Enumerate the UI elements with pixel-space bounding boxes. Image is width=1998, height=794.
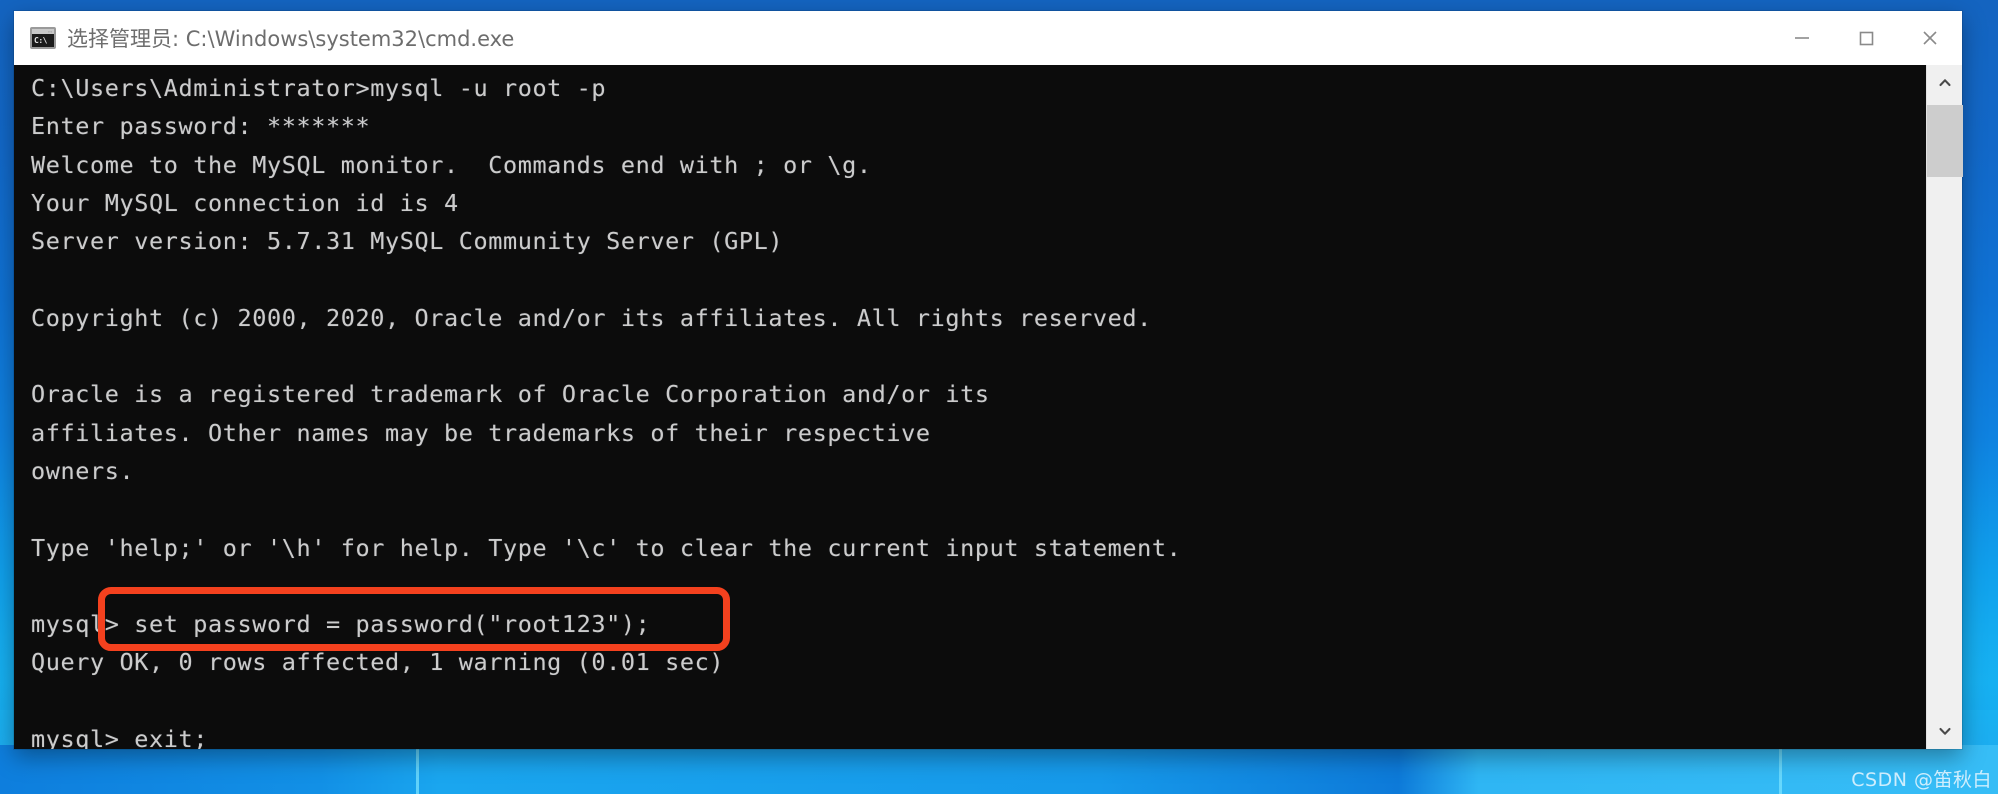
window-title: 选择管理员: C:\Windows\system32\cmd.exe (67, 27, 515, 51)
scroll-down-button[interactable] (1927, 713, 1963, 749)
chevron-up-icon (1939, 79, 1951, 87)
minimize-icon (1795, 37, 1809, 39)
close-button[interactable] (1898, 11, 1962, 65)
terminal-line: mysql> set password = password("root123"… (31, 610, 651, 639)
close-icon (1923, 31, 1937, 45)
scrollbar-track[interactable] (1927, 101, 1963, 713)
terminal-line: Enter password: ******* (31, 112, 371, 141)
terminal-line: Oracle is a registered trademark of Orac… (31, 380, 990, 409)
wallpaper-streak-2 (1779, 745, 1782, 794)
terminal-output-area[interactable]: C:\Users\Administrator>mysql -u root -p E… (14, 65, 1962, 749)
wallpaper-streak-1 (416, 745, 419, 794)
cmd-icon-titlebar: ▫▫ (32, 29, 54, 34)
title-bar[interactable]: ▫▫ C:\ 选择管理员: C:\Windows\system32\cmd.ex… (14, 11, 1962, 65)
terminal-line: Your MySQL connection id is 4 (31, 188, 459, 217)
chevron-down-icon (1939, 727, 1951, 735)
wallpaper-band-lower (0, 745, 1998, 794)
cmd-icon-prompt: C:\ (34, 36, 47, 45)
cmd-icon: ▫▫ C:\ (30, 27, 56, 49)
terminal-line: Welcome to the MySQL monitor. Commands e… (31, 150, 872, 179)
terminal-line: Copyright (c) 2000, 2020, Oracle and/or … (31, 303, 1152, 332)
cmd-icon-dots: ▫▫ (48, 29, 53, 34)
title-bar-left: ▫▫ C:\ 选择管理员: C:\Windows\system32\cmd.ex… (14, 23, 1770, 53)
terminal-line: Server version: 5.7.31 MySQL Community S… (31, 227, 784, 256)
maximize-button[interactable] (1834, 11, 1898, 65)
window-controls (1770, 11, 1962, 65)
terminal-line: mysql> exit; (31, 725, 208, 749)
terminal-line: Type 'help;' or '\h' for help. Type '\c'… (31, 533, 1182, 562)
maximize-icon (1859, 31, 1874, 46)
scroll-up-button[interactable] (1927, 65, 1963, 101)
terminal-line: owners. (31, 456, 135, 485)
terminal-line: affiliates. Other names may be trademark… (31, 418, 931, 447)
vertical-scrollbar[interactable] (1926, 65, 1963, 749)
scrollbar-thumb[interactable] (1927, 105, 1963, 177)
terminal-line: C:\Users\Administrator>mysql -u root -p (31, 74, 607, 102)
terminal-text: C:\Users\Administrator>mysql -u root -p E… (31, 69, 1916, 749)
terminal-line: Query OK, 0 rows affected, 1 warning (0.… (31, 648, 725, 677)
minimize-button[interactable] (1770, 11, 1834, 65)
cmd-window: ▫▫ C:\ 选择管理员: C:\Windows\system32\cmd.ex… (14, 11, 1963, 749)
